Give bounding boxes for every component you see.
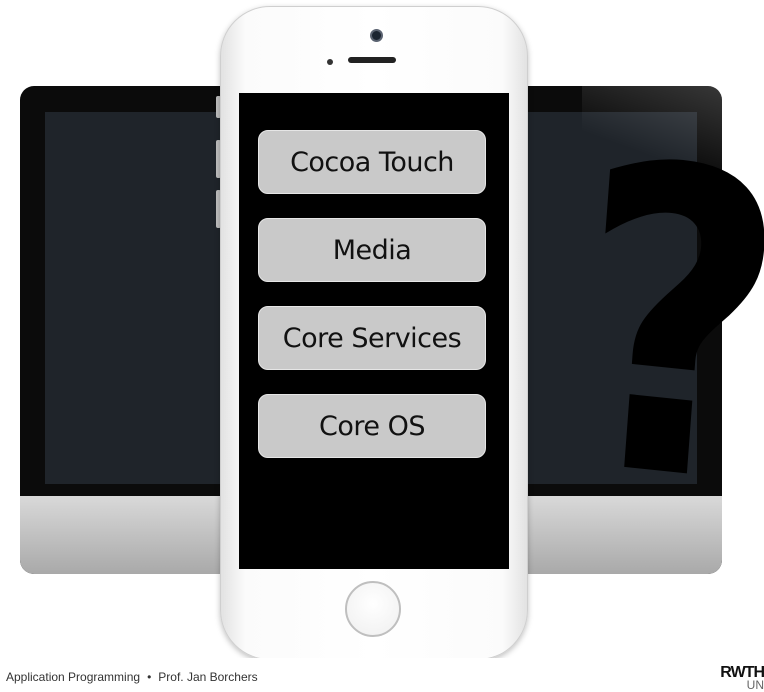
footer-separator: • bbox=[147, 670, 152, 684]
sensor-icon bbox=[327, 59, 333, 65]
camera-icon bbox=[370, 29, 383, 42]
footer-text: Application Programming • Prof. Jan Borche… bbox=[6, 670, 258, 684]
layer-core-os: Core OS bbox=[258, 394, 486, 458]
footer-course: Application Programming bbox=[6, 670, 141, 684]
layer-media: Media bbox=[258, 218, 486, 282]
footer: Application Programming • Prof. Jan Borche… bbox=[0, 658, 764, 692]
footer-author: Prof. Jan Borchers bbox=[158, 670, 258, 684]
layer-core-services: Core Services bbox=[258, 306, 486, 370]
layer-cocoa-touch: Cocoa Touch bbox=[258, 130, 486, 194]
home-button-icon bbox=[345, 581, 401, 637]
rwth-logo-sub: UN bbox=[746, 678, 764, 692]
speaker-icon bbox=[348, 57, 396, 63]
question-mark: ? bbox=[556, 73, 764, 582]
